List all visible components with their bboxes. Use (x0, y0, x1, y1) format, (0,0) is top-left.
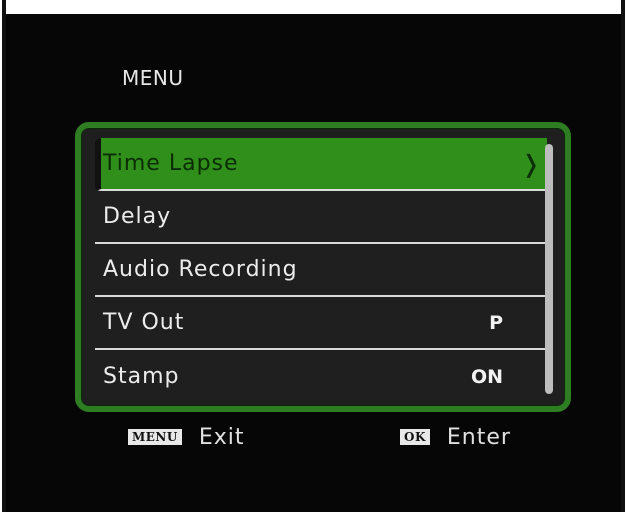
menu-item-label: Stamp (103, 364, 180, 389)
menu-item-time-lapse[interactable]: Time Lapse ❭ (95, 138, 547, 191)
menu-item-stamp[interactable]: Stamp ON (95, 350, 547, 403)
tv-out-value: P (489, 311, 503, 334)
menu-item-label: Delay (103, 204, 172, 229)
exit-hint[interactable]: MENU Exit (128, 424, 245, 450)
chevron-right-icon: ❭ (520, 150, 541, 178)
menu-item-label: TV Out (103, 310, 185, 335)
ok-key-icon: OK (400, 429, 430, 445)
menu-panel: Time Lapse ❭ Delay Audio Recording TV Ou… (75, 122, 571, 412)
frame-edge-right (621, 0, 627, 512)
menu-key-icon: MENU (128, 429, 182, 445)
menu-item-tv-out[interactable]: TV Out P (95, 297, 547, 350)
enter-hint[interactable]: OK Enter (400, 424, 511, 450)
stamp-value: ON (470, 365, 503, 388)
enter-label: Enter (446, 424, 511, 450)
menu-title: MENU (122, 66, 184, 90)
menu-item-label: Audio Recording (103, 257, 298, 282)
menu-item-label: Time Lapse (103, 151, 239, 176)
menu-item-delay[interactable]: Delay (95, 191, 547, 244)
menu-item-audio-recording[interactable]: Audio Recording (95, 244, 547, 297)
menu-list: Time Lapse ❭ Delay Audio Recording TV Ou… (95, 138, 547, 403)
scrollbar[interactable] (545, 144, 553, 394)
exit-label: Exit (198, 424, 245, 450)
